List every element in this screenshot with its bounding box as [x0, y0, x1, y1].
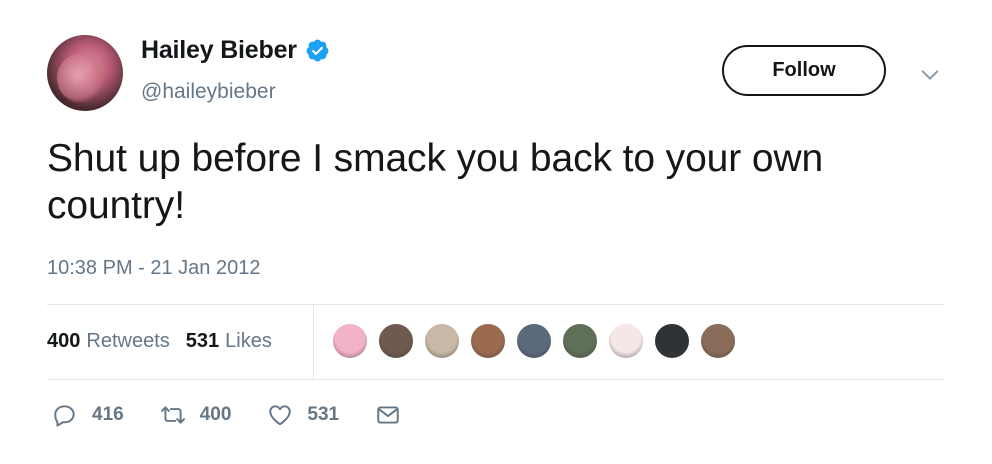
likes-stat-label: Likes [225, 330, 272, 352]
divider-top [47, 304, 944, 305]
retweets-stat-count: 400 [47, 330, 81, 352]
retweet-count: 400 [199, 404, 232, 425]
tweet-card: Hailey Bieber @haileybieber Follow Shut … [0, 0, 992, 464]
liker-avatar[interactable] [607, 322, 645, 360]
likes-stat[interactable]: 531 Likes [186, 330, 272, 353]
liker-avatar[interactable] [331, 322, 369, 360]
liker-avatar[interactable] [561, 322, 599, 360]
envelope-icon [377, 406, 399, 424]
reply-icon [54, 405, 75, 427]
liker-avatar[interactable] [653, 322, 691, 360]
liker-avatar[interactable] [423, 322, 461, 360]
tweet-timestamp[interactable]: 10:38 PM - 21 Jan 2012 [47, 257, 260, 280]
chevron-down-icon[interactable] [919, 64, 941, 86]
stats-vertical-divider [313, 305, 314, 379]
retweet-action[interactable]: 400 [160, 402, 232, 428]
follow-button[interactable]: Follow [722, 45, 886, 96]
liker-avatar[interactable] [377, 322, 415, 360]
retweets-stat[interactable]: 400 Retweets [47, 330, 170, 353]
liker-avatars [331, 322, 745, 360]
retweet-icon [160, 406, 185, 424]
likes-stat-count: 531 [185, 330, 220, 352]
reply-action[interactable]: 416 [52, 402, 124, 428]
tweet-stats: 400 Retweets 531 Likes [47, 330, 288, 353]
liker-avatar[interactable] [699, 322, 737, 360]
reply-count: 416 [92, 404, 124, 425]
heart-icon [269, 405, 292, 426]
liker-avatar[interactable] [469, 322, 507, 360]
author-name-row: Hailey Bieber [141, 36, 330, 65]
verified-badge-icon [306, 39, 329, 62]
author-handle[interactable]: @haileybieber [141, 80, 276, 104]
tweet-actions: 416 400 531 [52, 402, 437, 428]
divider-bottom [47, 379, 944, 380]
author-display-name[interactable]: Hailey Bieber [141, 36, 297, 65]
tweet-text: Shut up before I smack you back to your … [47, 137, 824, 227]
retweets-stat-label: Retweets [86, 330, 170, 352]
author-avatar[interactable] [47, 35, 123, 111]
liker-avatar[interactable] [515, 322, 553, 360]
like-count: 531 [307, 404, 340, 425]
like-action[interactable]: 531 [267, 402, 339, 428]
direct-message-action[interactable] [375, 402, 401, 428]
